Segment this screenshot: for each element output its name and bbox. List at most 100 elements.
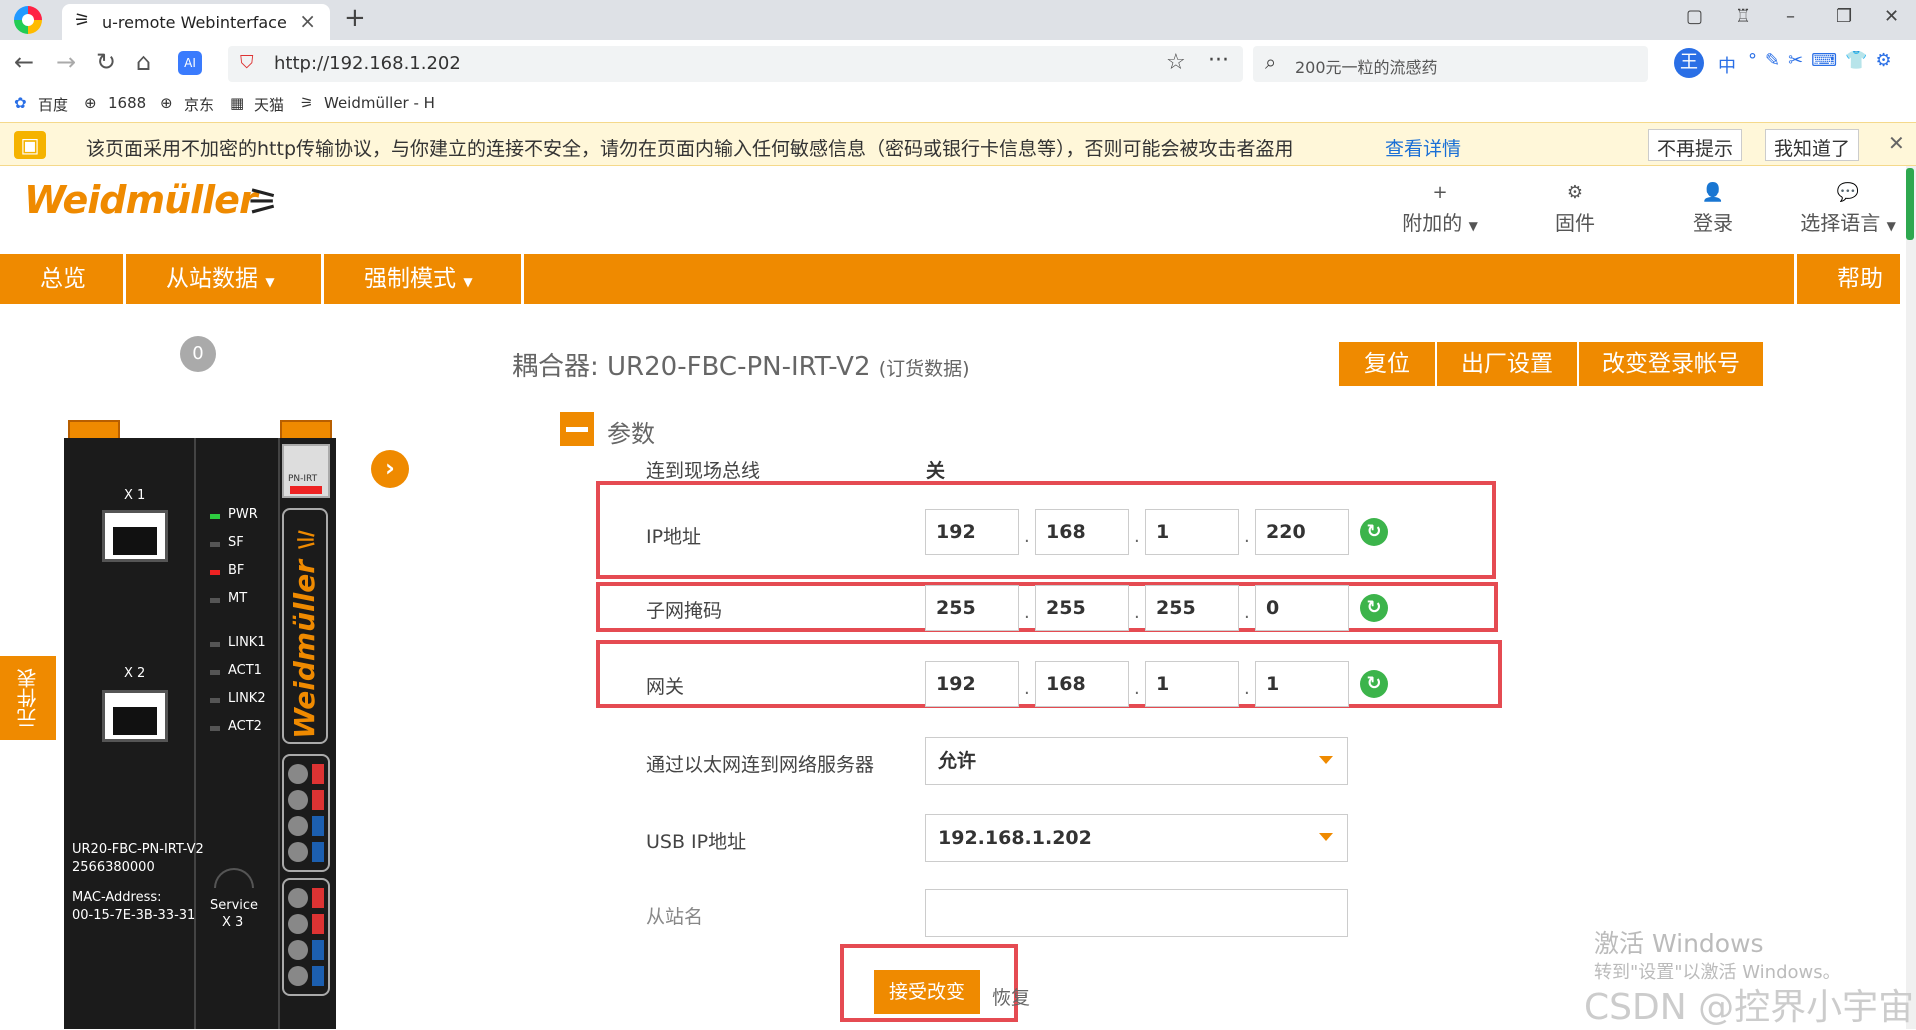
gateway-octet-4[interactable]: 1 [1255, 661, 1349, 707]
page-scrollbar[interactable] [1906, 166, 1916, 1029]
shirt-icon[interactable]: ♖ [1735, 6, 1751, 27]
nav-slave-data[interactable]: 从站数据 ▼ [126, 254, 324, 304]
warning-details-link[interactable]: 查看详情 [1385, 134, 1461, 161]
search-text[interactable]: 200元一粒的流感药 [1295, 54, 1438, 78]
reset-button[interactable]: 复位 [1339, 342, 1435, 386]
chevron-down-icon: ▼ [1886, 219, 1896, 233]
csdn-watermark: CSDN @控界小宇宙 [1584, 987, 1915, 1028]
link2-led [210, 698, 220, 703]
dot-separator: . [1244, 526, 1250, 547]
header-language[interactable]: 💬 选择语言 ▼ [1790, 182, 1906, 236]
dot-separator: . [1244, 602, 1250, 623]
insecure-warning-bar: ▣ 该页面采用不加密的http传输协议，与你建立的连接不安全，请勿在页面内输入任… [0, 122, 1916, 166]
bookmark-1688[interactable]: 1688 [108, 94, 146, 112]
module-counter-badge: 0 [180, 336, 216, 372]
warning-close-icon[interactable]: ✕ [1888, 131, 1905, 155]
ip-refresh-icon[interactable]: ↻ [1360, 518, 1388, 546]
header-login-label: 登录 [1693, 211, 1733, 235]
gateway-refresh-icon[interactable]: ↻ [1360, 670, 1388, 698]
next-module-button[interactable]: › [371, 450, 409, 488]
ime-language[interactable]: 中 [1718, 52, 1736, 78]
bookmark-baidu[interactable]: 百度 [38, 94, 68, 115]
header-addons[interactable]: + 附加的 ▼ [1390, 182, 1490, 236]
component-list-tab[interactable]: 元件表 [0, 656, 56, 740]
act1-led [210, 670, 220, 675]
ip-octet-1[interactable]: 192 [925, 509, 1019, 555]
collapse-icon[interactable] [560, 412, 594, 446]
forward-icon[interactable]: → [56, 48, 76, 76]
back-icon[interactable]: ← [14, 48, 34, 76]
usb-ip-select[interactable]: 192.168.1.202 [925, 814, 1348, 862]
browser-tab[interactable]: ⚞ u-remote Webinterface × [62, 4, 330, 40]
scrollbar-thumb[interactable] [1906, 168, 1914, 240]
search-bar[interactable]: ⌕ 200元一粒的流感药 [1253, 46, 1648, 82]
ime-tools-icon[interactable]: °✎✂⌨👕⚙ [1748, 50, 1900, 71]
mask-octet-4[interactable]: 0 [1255, 585, 1349, 631]
factory-settings-button[interactable]: 出厂设置 [1437, 342, 1577, 386]
gateway-octet-2[interactable]: 168 [1035, 661, 1129, 707]
url-bar[interactable]: ⛉ http://192.168.1.202 ☆ ··· [228, 46, 1243, 82]
star-icon[interactable]: ☆ [1166, 50, 1186, 75]
ip-octet-3[interactable]: 1 [1145, 509, 1239, 555]
ime-logo-icon[interactable]: 王 [1674, 48, 1704, 78]
led-label: ACT2 [228, 719, 262, 734]
tab-count-icon[interactable]: ▢ [1686, 6, 1703, 27]
header-language-label: 选择语言 [1800, 211, 1881, 235]
dont-show-button[interactable]: 不再提示 [1648, 129, 1743, 161]
dot-separator: . [1024, 678, 1030, 699]
gateway-octet-3[interactable]: 1 [1145, 661, 1239, 707]
ip-octet-2[interactable]: 168 [1035, 509, 1129, 555]
gateway-octet-1[interactable]: 192 [925, 661, 1019, 707]
header-firmware[interactable]: ⚙ 固件 [1530, 182, 1620, 236]
mask-octet-2[interactable]: 255 [1035, 585, 1129, 631]
tab-close-icon[interactable]: × [299, 9, 316, 33]
reload-icon[interactable]: ↻ [96, 48, 116, 76]
ip-octet-4[interactable]: 220 [1255, 509, 1349, 555]
home-icon[interactable]: ⌂ [136, 48, 151, 76]
device-brand-text: Weidmüller [288, 560, 321, 739]
brand-logo[interactable]: Weidmüller [24, 178, 258, 222]
bookmark-jd[interactable]: 京东 [184, 94, 214, 115]
main-nav: 总览 从站数据 ▼ 强制模式 ▼ 帮助 [0, 254, 1900, 304]
station-name-input[interactable] [925, 889, 1348, 937]
header-login[interactable]: 👤 登录 [1668, 182, 1758, 236]
led-label: SF [228, 535, 244, 550]
brand-mark-icon: ⚞ [246, 180, 281, 224]
insecure-shield-icon[interactable]: ⛉ [240, 52, 254, 73]
globe-icon: ⊕ [160, 94, 173, 112]
bookmark-tmall[interactable]: 天猫 [254, 94, 284, 115]
act2-led [210, 726, 220, 731]
mask-octet-3[interactable]: 255 [1145, 585, 1239, 631]
usb-ip-value: 192.168.1.202 [938, 827, 1092, 849]
led-label: PWR [228, 507, 258, 522]
usb-ip-label: USB IP地址 [646, 831, 747, 853]
nav-slave-data-label: 从站数据 [166, 266, 258, 292]
minimize-icon[interactable]: – [1786, 6, 1795, 27]
restore-icon[interactable]: ❐ [1836, 6, 1852, 27]
restore-button[interactable]: 恢复 [992, 983, 1030, 1010]
nav-overview[interactable]: 总览 [0, 254, 126, 304]
bookmark-weidmuller[interactable]: Weidmüller - H [324, 94, 435, 112]
tab-title: u-remote Webinterface [102, 13, 287, 32]
web-server-select[interactable]: 允许 [925, 737, 1348, 785]
gateway-label: 网关 [646, 676, 685, 698]
coupler-order-data-link[interactable]: (订货数据) [879, 358, 970, 380]
change-login-button[interactable]: 改变登录帐号 [1579, 342, 1763, 386]
pn-irt-label: PN-IRT [288, 474, 318, 484]
dot-separator: . [1244, 678, 1250, 699]
chevron-down-icon [1319, 833, 1333, 841]
mask-refresh-icon[interactable]: ↻ [1360, 594, 1388, 622]
link1-led [210, 642, 220, 647]
nav-help[interactable]: 帮助 [1794, 254, 1900, 304]
accept-changes-button[interactable]: 接受改变 [874, 970, 980, 1014]
nav-force-mode[interactable]: 强制模式 ▼ [324, 254, 524, 304]
new-tab-icon[interactable]: + [344, 3, 366, 33]
got-it-button[interactable]: 我知道了 [1765, 129, 1860, 161]
led-label: LINK2 [228, 691, 266, 706]
url-text[interactable]: http://192.168.1.202 [274, 53, 461, 74]
led-label: ACT1 [228, 663, 262, 678]
mask-octet-1[interactable]: 255 [925, 585, 1019, 631]
more-icon[interactable]: ··· [1208, 48, 1229, 73]
ai-icon[interactable]: AI [178, 51, 202, 75]
window-close-icon[interactable]: ✕ [1884, 6, 1899, 27]
